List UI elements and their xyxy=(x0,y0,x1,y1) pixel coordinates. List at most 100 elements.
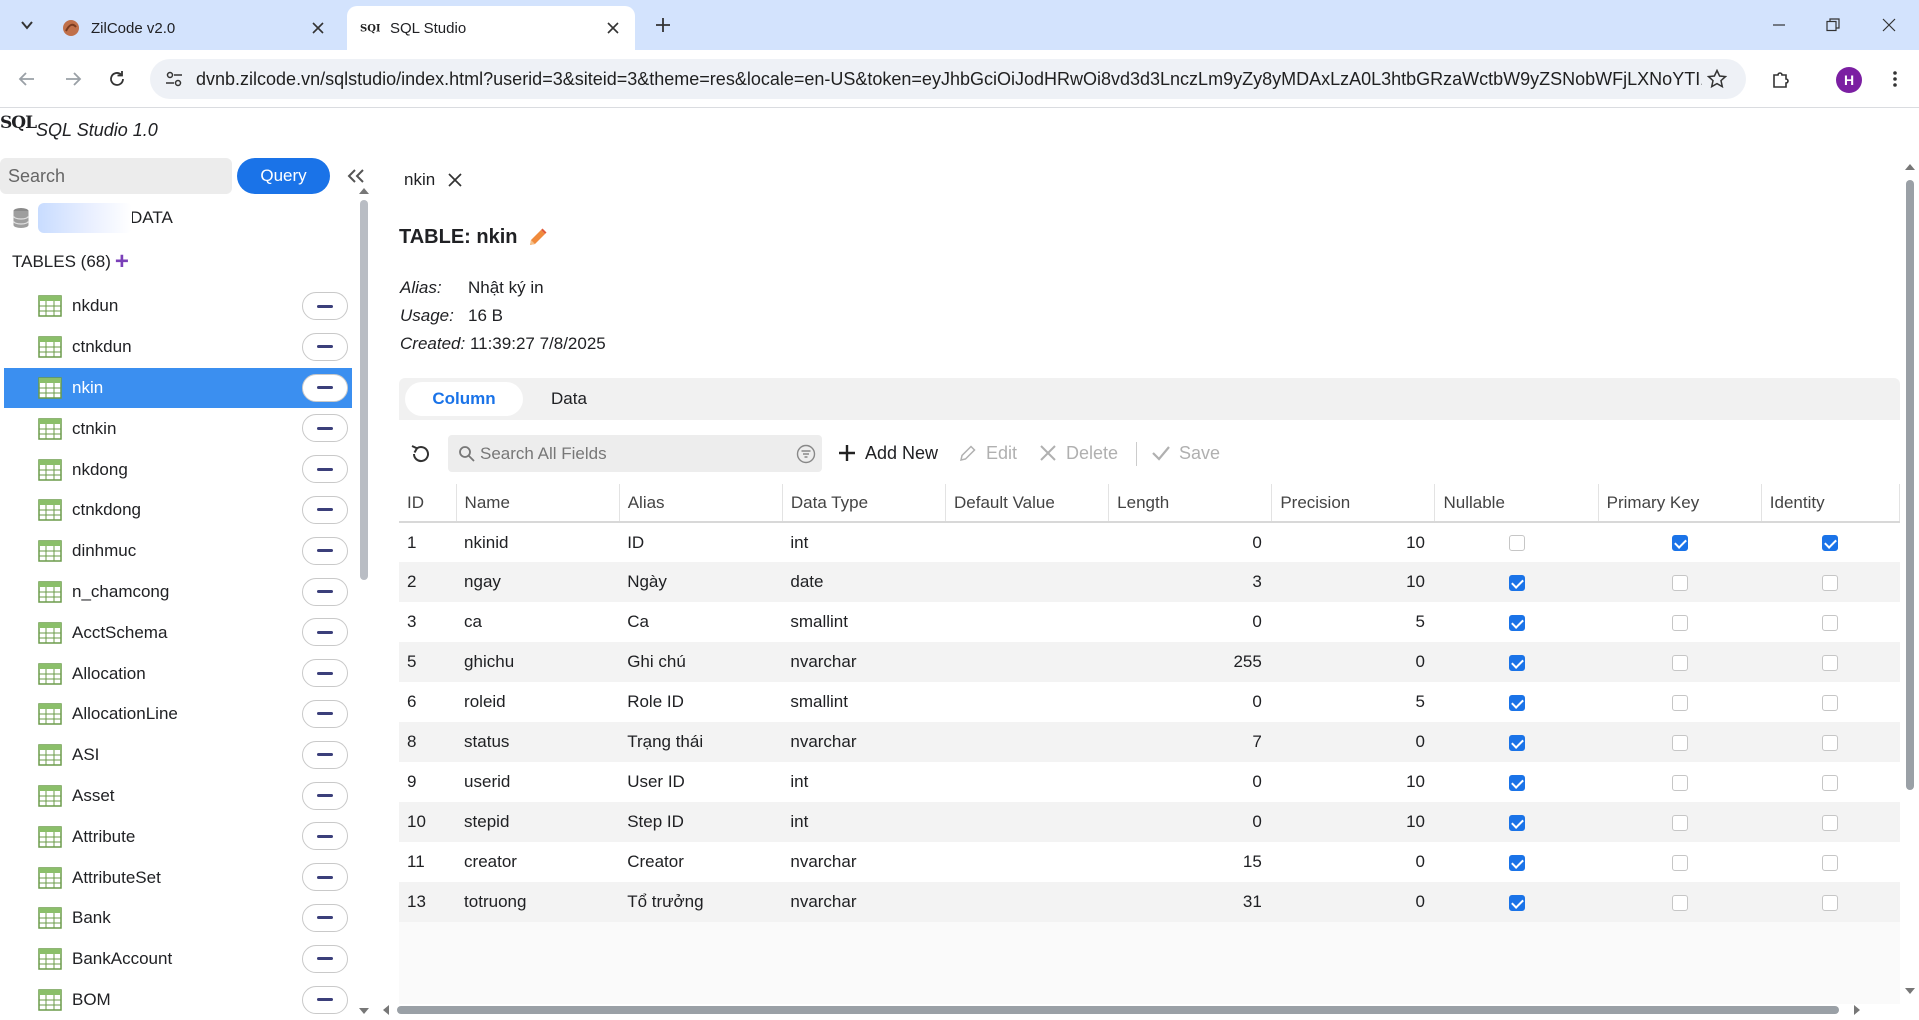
pencil-edit-icon[interactable] xyxy=(526,227,548,249)
cell-type[interactable]: smallint xyxy=(782,682,946,722)
cell-name[interactable]: userid xyxy=(456,762,620,802)
pk-checkbox[interactable] xyxy=(1671,574,1688,591)
column-header[interactable]: Length xyxy=(1108,484,1273,523)
column-header[interactable]: Precision xyxy=(1271,484,1436,523)
sidebar-search-input[interactable] xyxy=(0,158,232,194)
table-row[interactable]: 6 roleid Role ID smallint 0 5 xyxy=(399,682,1900,722)
scroll-up-arrow-icon[interactable] xyxy=(359,186,369,196)
browser-tab-zilcode[interactable]: ZilCode v2.0 xyxy=(48,6,340,50)
cell-precision[interactable]: 0 xyxy=(1271,642,1435,682)
cell-id[interactable]: 5 xyxy=(399,642,457,682)
cell-alias[interactable]: User ID xyxy=(619,762,783,802)
cell-id[interactable]: 8 xyxy=(399,722,457,762)
cell-alias[interactable]: Ghi chú xyxy=(619,642,783,682)
cell-length[interactable]: 0 xyxy=(1108,802,1272,842)
cell-id[interactable]: 6 xyxy=(399,682,457,722)
cell-precision[interactable]: 10 xyxy=(1271,522,1435,562)
cell-name[interactable]: totruong xyxy=(456,882,620,922)
cell-precision[interactable]: 5 xyxy=(1271,602,1435,642)
cell-id[interactable]: 11 xyxy=(399,842,457,882)
sidebar-table-item[interactable]: AcctSchema xyxy=(4,612,352,653)
remove-table-button[interactable] xyxy=(302,985,348,1014)
add-new-button[interactable]: Add New xyxy=(837,438,938,468)
remove-table-button[interactable] xyxy=(302,740,348,769)
sidebar-table-item[interactable]: Attribute xyxy=(4,816,352,857)
remove-table-button[interactable] xyxy=(302,455,348,484)
cell-alias[interactable]: Tổ trưởng xyxy=(619,882,783,922)
column-header[interactable]: Alias xyxy=(619,484,783,523)
remove-table-button[interactable] xyxy=(302,577,348,606)
filter-icon[interactable] xyxy=(796,444,816,464)
close-tab-button[interactable] xyxy=(306,16,330,40)
forward-button[interactable] xyxy=(58,64,88,94)
sidebar-table-item[interactable]: Asset xyxy=(4,776,352,817)
new-tab-button[interactable] xyxy=(650,12,676,38)
remove-table-button[interactable] xyxy=(302,332,348,361)
cell-id[interactable]: 9 xyxy=(399,762,457,802)
nullable-checkbox[interactable] xyxy=(1508,894,1525,911)
cell-length[interactable]: 3 xyxy=(1108,562,1272,602)
cell-type[interactable]: nvarchar xyxy=(782,642,946,682)
cell-name[interactable]: stepid xyxy=(456,802,620,842)
table-row[interactable]: 11 creator Creator nvarchar 15 0 xyxy=(399,842,1900,882)
table-row[interactable]: 8 status Trạng thái nvarchar 7 0 xyxy=(399,722,1900,762)
tab-column[interactable]: Column xyxy=(405,382,523,416)
vertical-scrollbar[interactable] xyxy=(1906,180,1914,790)
cell-type[interactable]: int xyxy=(782,762,946,802)
cell-default[interactable] xyxy=(945,722,1109,762)
scroll-down-arrow-icon[interactable] xyxy=(359,1006,369,1016)
cell-length[interactable]: 0 xyxy=(1108,522,1272,562)
sidebar-table-item[interactable]: ctnkin xyxy=(4,408,352,449)
cell-precision[interactable]: 5 xyxy=(1271,682,1435,722)
collapse-sidebar-button[interactable] xyxy=(344,164,368,188)
table-row[interactable]: 2 ngay Ngày date 3 10 xyxy=(399,562,1900,602)
address-bar[interactable]: dvnb.zilcode.vn/sqlstudio/index.html?use… xyxy=(150,59,1746,99)
edit-button[interactable]: Edit xyxy=(958,438,1017,468)
cell-length[interactable]: 0 xyxy=(1108,762,1272,802)
scroll-up-arrow-icon[interactable] xyxy=(1905,162,1915,172)
pk-checkbox[interactable] xyxy=(1671,694,1688,711)
restore-button[interactable] xyxy=(1818,10,1848,40)
open-table-tab[interactable]: nkin xyxy=(404,170,465,190)
table-row[interactable]: 9 userid User ID int 0 10 xyxy=(399,762,1900,802)
cell-type[interactable]: nvarchar xyxy=(782,722,946,762)
remove-table-button[interactable] xyxy=(302,944,348,973)
sidebar-table-item[interactable]: AttributeSet xyxy=(4,857,352,898)
cell-length[interactable]: 31 xyxy=(1108,882,1272,922)
remove-table-button[interactable] xyxy=(302,373,348,402)
remove-table-button[interactable] xyxy=(302,781,348,810)
cell-alias[interactable]: Role ID xyxy=(619,682,783,722)
nullable-checkbox[interactable] xyxy=(1508,614,1525,631)
cell-default[interactable] xyxy=(945,642,1109,682)
column-header[interactable]: Nullable xyxy=(1434,484,1599,523)
identity-checkbox[interactable] xyxy=(1822,774,1839,791)
column-header[interactable]: Default Value xyxy=(945,484,1110,523)
cell-type[interactable]: date xyxy=(782,562,946,602)
tab-search-menu-button[interactable] xyxy=(13,11,41,39)
remove-table-button[interactable] xyxy=(302,536,348,565)
sidebar-table-item[interactable]: dinhmuc xyxy=(4,531,352,572)
reload-button[interactable] xyxy=(102,64,132,94)
identity-checkbox[interactable] xyxy=(1822,814,1839,831)
cell-name[interactable]: ghichu xyxy=(456,642,620,682)
cell-type[interactable]: nvarchar xyxy=(782,842,946,882)
cell-name[interactable]: creator xyxy=(456,842,620,882)
identity-checkbox[interactable] xyxy=(1822,894,1839,911)
bookmark-star-icon[interactable] xyxy=(1702,64,1732,94)
cell-type[interactable]: int xyxy=(782,522,946,562)
cell-type[interactable]: nvarchar xyxy=(782,882,946,922)
pk-checkbox[interactable] xyxy=(1671,535,1688,552)
delete-button[interactable]: Delete xyxy=(1038,438,1118,468)
nullable-checkbox[interactable] xyxy=(1508,814,1525,831)
table-row[interactable]: 13 totruong Tổ trưởng nvarchar 31 0 xyxy=(399,882,1900,922)
nullable-checkbox[interactable] xyxy=(1508,654,1525,671)
cell-default[interactable] xyxy=(945,602,1109,642)
sidebar-table-item[interactable]: ASI xyxy=(4,735,352,776)
cell-default[interactable] xyxy=(945,882,1109,922)
sidebar-table-item[interactable]: nkdun xyxy=(4,286,352,327)
pk-checkbox[interactable] xyxy=(1671,894,1688,911)
identity-checkbox[interactable] xyxy=(1822,535,1839,552)
cell-length[interactable]: 0 xyxy=(1108,602,1272,642)
scroll-left-arrow-icon[interactable] xyxy=(381,1005,391,1015)
sidebar-table-item[interactable]: AllocationLine xyxy=(4,694,352,735)
